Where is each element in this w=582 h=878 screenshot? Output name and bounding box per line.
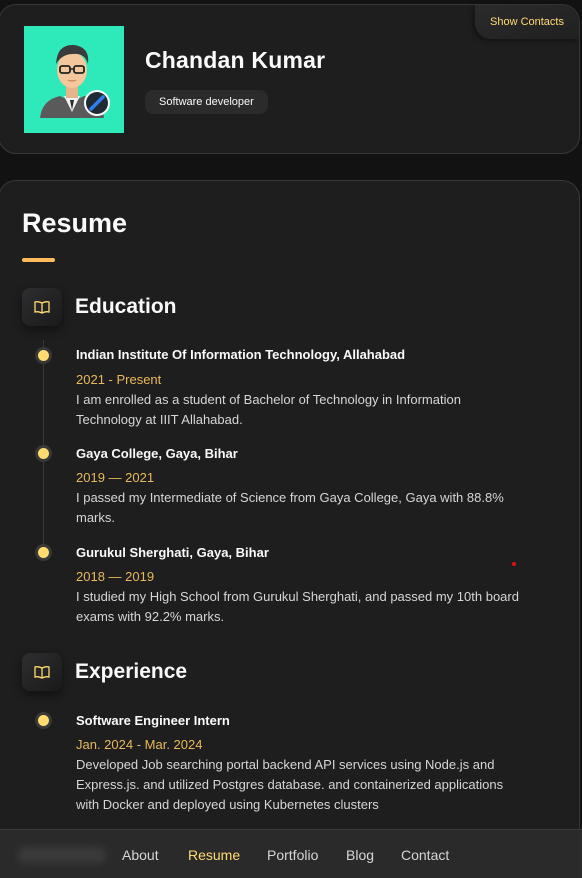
education-timeline-line (43, 340, 44, 550)
show-contacts-button[interactable]: Show Contacts (475, 5, 579, 39)
profile-name: Chandan Kumar (145, 47, 326, 73)
avatar (24, 26, 124, 133)
education-item-date: 2018 — 2019 (76, 569, 155, 584)
navbar: About Resume Portfolio Blog Contact (0, 829, 582, 878)
experience-item-date: Jan. 2024 - Mar. 2024 (76, 737, 203, 752)
timeline-dot (38, 547, 49, 558)
profile-title-badge: Software developer (145, 90, 268, 114)
book-icon (34, 666, 50, 679)
nav-contact[interactable]: Contact (401, 847, 449, 863)
education-item-title: Gurukul Sherghati, Gaya, Bihar (76, 545, 269, 560)
experience-item-title: Software Engineer Intern (76, 713, 230, 728)
education-item-text: I studied my High School from Gurukul Sh… (76, 589, 519, 624)
timeline-dot (38, 715, 49, 726)
title-underline (22, 258, 55, 262)
nav-portfolio[interactable]: Portfolio (267, 847, 318, 863)
timeline-dot (38, 448, 49, 459)
education-item-text: I passed my Intermediate of Science from… (76, 490, 504, 525)
experience-icon-box (22, 653, 62, 691)
education-item-text: I am enrolled as a student of Bachelor o… (76, 392, 461, 427)
education-item-title: Indian Institute Of Information Technolo… (76, 347, 406, 362)
nav-blog[interactable]: Blog (346, 847, 374, 863)
experience-item-text: Developed Job searching portal backend A… (76, 757, 504, 812)
page-title: Resume (22, 208, 128, 238)
timeline-dot (38, 350, 49, 361)
education-item-date: 2021 - Present (76, 372, 162, 387)
navbar-blurred-area (18, 847, 106, 863)
education-title: Education (75, 295, 177, 318)
education-item-title: Gaya College, Gaya, Bihar (76, 446, 238, 461)
education-item-date: 2019 — 2021 (76, 470, 155, 485)
avatar-illustration-icon (40, 44, 110, 118)
experience-title: Experience (75, 660, 188, 683)
red-marker (512, 562, 516, 566)
book-icon (34, 301, 50, 314)
nav-resume[interactable]: Resume (188, 847, 240, 863)
education-icon-box (22, 288, 62, 326)
nav-about[interactable]: About (122, 847, 159, 863)
